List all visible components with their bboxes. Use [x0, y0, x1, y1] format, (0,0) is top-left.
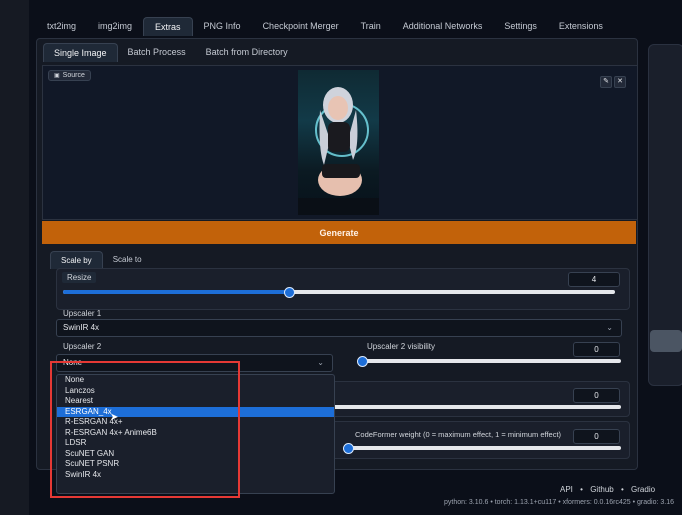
footer-version-info: python: 3.10.6 • torch: 1.13.1+cu117 • x…	[444, 499, 675, 506]
resize-group	[56, 268, 630, 310]
upscaler1-value: SwinIR 4x	[63, 323, 100, 332]
source-label: ▣ Source	[48, 70, 91, 81]
output-action-button[interactable]	[650, 330, 682, 352]
tab-extensions[interactable]: Extensions	[548, 17, 614, 35]
tab-scale-by[interactable]: Scale by	[50, 251, 103, 269]
tab-txt2img[interactable]: txt2img	[36, 17, 87, 35]
subtab-batch-process[interactable]: Batch Process	[118, 43, 196, 62]
extras-subtab-bar: Single Image Batch Process Batch from Di…	[43, 43, 298, 62]
left-side-bar	[0, 0, 29, 515]
upscaler2-visibility-slider-thumb[interactable]	[357, 356, 368, 367]
tab-png-info[interactable]: PNG Info	[193, 17, 252, 35]
source-image	[298, 70, 379, 215]
codeformer-weight-slider-thumb[interactable]	[343, 443, 354, 454]
codeformer-weight-input[interactable]: 0	[573, 429, 620, 444]
chevron-down-icon: ⌄	[317, 358, 324, 367]
image-icon: ▣	[54, 73, 60, 79]
tab-additional-networks[interactable]: Additional Networks	[392, 17, 494, 35]
tab-img2img[interactable]: img2img	[87, 17, 143, 35]
resize-slider[interactable]	[63, 287, 615, 298]
tab-scale-to[interactable]: Scale to	[103, 251, 152, 269]
pencil-icon[interactable]: ✎	[600, 76, 612, 88]
resize-slider-fill	[63, 290, 290, 294]
upscaler2-label: Upscaler 2	[63, 342, 102, 351]
tab-settings[interactable]: Settings	[493, 17, 548, 35]
tab-extras[interactable]: Extras	[143, 16, 193, 36]
upscaler2-visibility-input[interactable]: 0	[573, 342, 620, 357]
footer-link-api[interactable]: API	[560, 485, 573, 494]
portrait-photo	[298, 87, 379, 215]
subtab-batch-from-directory[interactable]: Batch from Directory	[196, 43, 298, 62]
highlight-box	[50, 361, 240, 498]
codeformer-weight-label: CodeFormer weight (0 = maximum effect, 1…	[355, 430, 562, 439]
tab-checkpoint-merger[interactable]: Checkpoint Merger	[252, 17, 350, 35]
resize-input[interactable]: 4	[568, 272, 620, 287]
upscaler2-visibility-slider[interactable]	[357, 356, 621, 367]
footer-separator: •	[621, 485, 624, 494]
resize-label: Resize	[62, 272, 97, 283]
subtab-single-image[interactable]: Single Image	[43, 43, 118, 62]
footer-links: API • Github • Gradio	[560, 485, 655, 494]
footer-link-github[interactable]: Github	[590, 485, 614, 494]
scale-tab-bar: Scale by Scale to	[50, 251, 152, 269]
tab-train[interactable]: Train	[350, 17, 392, 35]
upscaler2-visibility-label: Upscaler 2 visibility	[367, 342, 436, 351]
main-tab-bar: txt2img img2img Extras PNG Info Checkpoi…	[36, 14, 614, 38]
chevron-down-icon: ⌄	[606, 323, 613, 332]
upscaler1-label: Upscaler 1	[63, 309, 102, 318]
upscaler1-select[interactable]: SwinIR 4x ⌄	[56, 319, 622, 337]
codeformer-weight-slider[interactable]	[343, 443, 621, 454]
footer-separator: •	[580, 485, 583, 494]
gfpgan-visibility-input[interactable]: 0	[573, 388, 620, 403]
close-icon[interactable]: ✕	[614, 76, 626, 88]
generate-button[interactable]: Generate	[42, 221, 636, 244]
footer-link-gradio[interactable]: Gradio	[631, 485, 655, 494]
